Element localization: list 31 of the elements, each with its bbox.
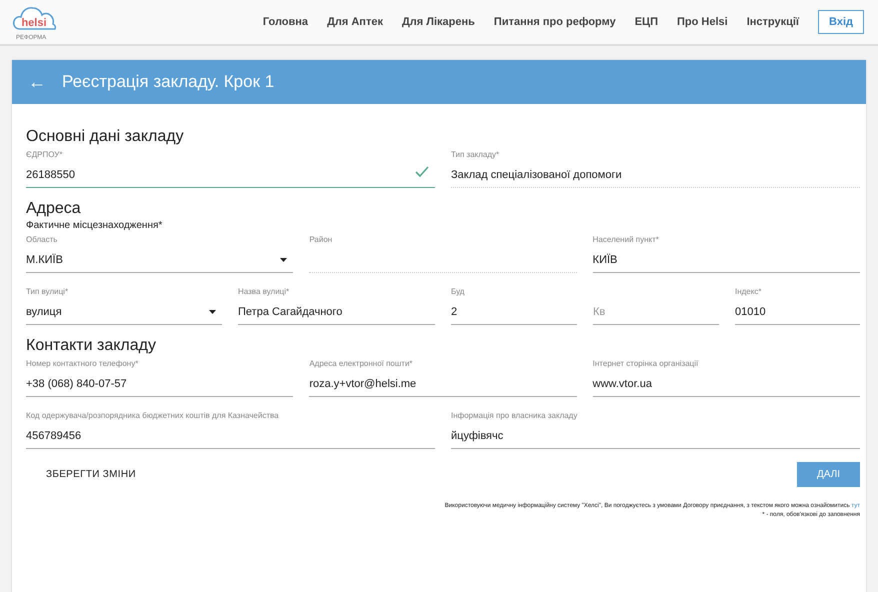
input-field[interactable]: Інтернет сторінка організації www.vtor.ua	[592, 357, 860, 397]
input-field[interactable]: Назва вулиці* Петра Сагайдачного	[238, 285, 435, 325]
section-subtitle: Фактичне місцезнаходження*	[26, 220, 164, 231]
nav-link[interactable]: Інструкції	[746, 16, 800, 28]
caret-icon	[209, 310, 216, 314]
nav-link[interactable]: Питання про реформу	[494, 16, 616, 28]
input-field[interactable]: Район	[309, 233, 577, 273]
input-field[interactable]: Населений пункт* КИЇВ	[592, 233, 860, 273]
input-field[interactable]: Індекс* 01010	[735, 285, 860, 325]
select-field[interactable]: Область М.КИЇВ	[26, 233, 294, 273]
save-button[interactable]: ЗБЕРЕГТИ ЗМІНИ	[26, 461, 156, 488]
section-title: Основні дані закладу	[26, 128, 185, 146]
input-field[interactable]: Інформація про власника закладу йцуфівячс	[451, 409, 860, 449]
caret-icon	[280, 258, 288, 262]
select-field[interactable]: Тип вулиці* вулиця	[26, 285, 222, 325]
nav-link[interactable]: Для Аптек	[327, 16, 383, 28]
nav-link[interactable]: Головна	[262, 16, 308, 28]
check-icon	[415, 166, 429, 177]
section-title: Адреса	[26, 200, 82, 218]
nav-link[interactable]: ЕЦП	[634, 16, 658, 28]
input-field[interactable]: Номер контактного телефону* +38 (068) 840-07-57	[26, 357, 294, 397]
nav-link[interactable]: Про Helsi	[677, 16, 728, 28]
login-button[interactable]: Вхід	[818, 10, 864, 34]
section-title: Контакти закладу	[26, 337, 157, 355]
input-field[interactable]: Буд 2	[451, 285, 577, 325]
nav-link[interactable]: Для Лікарень	[402, 16, 475, 28]
input-field[interactable]: Адреса електронної пошти* roza.y+vtor@helsi.me	[309, 357, 577, 397]
page-title: Реєстрація закладу. Крок 1	[62, 72, 274, 92]
input-field[interactable]: Код одержувача/розпорядника бюджетних коштів для Казначейства 456789456	[26, 409, 435, 449]
input-field[interactable]: Тип закладу* Заклад спеціалізованої допомоги	[451, 148, 860, 188]
input-field[interactable]: ЄДРПОУ* 26188550	[26, 148, 435, 188]
